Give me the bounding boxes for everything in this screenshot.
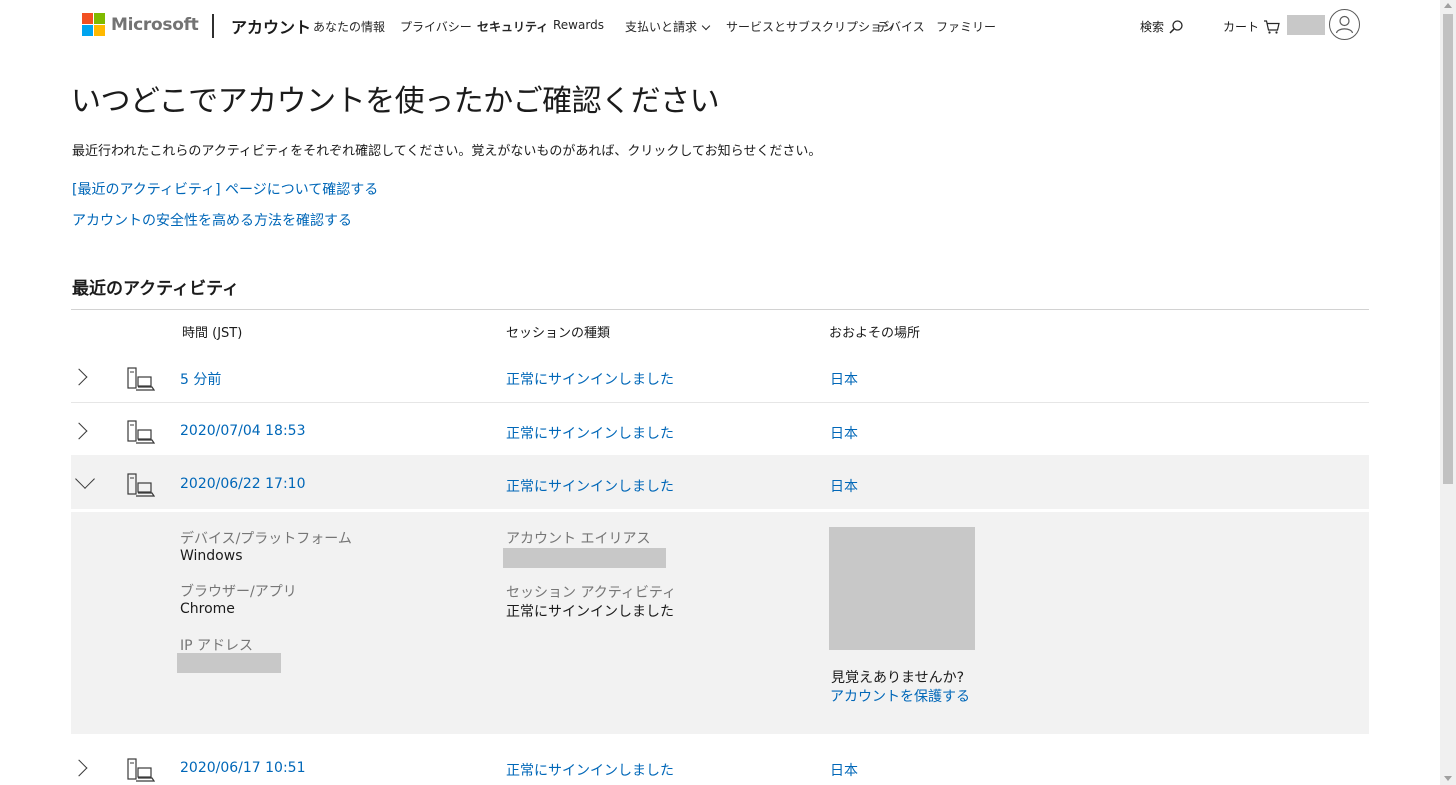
activity-location-link[interactable]: 日本 (830, 476, 858, 496)
user-name-redacted[interactable] (1287, 15, 1325, 35)
recent-activity-info-link[interactable]: [最近のアクティビティ] ページについて確認する (72, 179, 378, 199)
activity-row-expanded[interactable]: 2020/06/22 17:10 正常にサインインしました 日本 (71, 455, 1369, 509)
activity-session-link[interactable]: 正常にサインインしました (506, 476, 674, 496)
nav-family[interactable]: ファミリー (936, 18, 996, 35)
computer-icon (127, 758, 155, 782)
page-description: 最近行われたこれらのアクティビティをそれぞれ確認してください。覚えがないものがあ… (72, 144, 822, 159)
unfamiliar-prompt: 見覚えありませんか? (831, 670, 965, 686)
protect-account-link[interactable]: アカウントを保護する (830, 686, 970, 706)
activity-location-link[interactable]: 日本 (830, 369, 858, 389)
cart-button[interactable]: カート (1223, 18, 1281, 35)
activity-session-link[interactable]: 正常にサインインしました (506, 760, 674, 780)
nav-your-info[interactable]: あなたの情報 (313, 18, 385, 35)
search-label: 検索 (1140, 20, 1165, 34)
nav-services-subscriptions[interactable]: サービスとサブスクリプション (726, 18, 894, 35)
column-header-session-type: セッションの種類 (506, 326, 611, 341)
session-activity-value: 正常にサインインしました (506, 604, 674, 620)
scrollbar-thumb[interactable] (1443, 14, 1453, 484)
chevron-down-icon[interactable] (75, 469, 95, 489)
nav-payment-billing-label: 支払いと請求 (625, 20, 698, 34)
section-title: 最近のアクティビティ (72, 279, 240, 299)
user-avatar-icon[interactable] (1329, 9, 1360, 40)
chevron-down-icon (701, 21, 711, 31)
activity-location-link[interactable]: 日本 (830, 760, 858, 780)
account-alias-redacted (503, 548, 666, 568)
activity-time-link[interactable]: 2020/06/22 17:10 (180, 476, 306, 492)
microsoft-logo-icon (82, 13, 105, 36)
browser-app-value: Chrome (180, 601, 235, 617)
activity-time-link[interactable]: 5 分前 (180, 369, 221, 389)
computer-icon (127, 473, 155, 497)
computer-icon (127, 367, 155, 391)
page-title: いつどこでアカウントを使ったかご確認ください (71, 84, 720, 119)
nav-rewards[interactable]: Rewards (553, 18, 604, 32)
nav-security[interactable]: セキュリティ (477, 18, 548, 35)
account-security-tips-link[interactable]: アカウントの安全性を高める方法を確認する (72, 210, 352, 230)
chevron-right-icon[interactable] (70, 368, 88, 386)
column-header-location: おおよその場所 (829, 326, 921, 341)
nav-devices[interactable]: デバイス (877, 18, 925, 35)
activity-detail-panel: デバイス/プラットフォーム Windows ブラウザー/アプリ Chrome I… (71, 512, 1369, 734)
microsoft-logo[interactable]: Microsoft (82, 13, 199, 36)
chevron-right-icon[interactable] (70, 422, 88, 440)
activity-time-link[interactable]: 2020/07/04 18:53 (180, 423, 306, 439)
activity-time-link[interactable]: 2020/06/17 10:51 (180, 760, 306, 776)
ip-address-label: IP アドレス (180, 638, 254, 654)
search-button[interactable]: 検索 (1140, 18, 1184, 35)
vertical-scrollbar[interactable] (1440, 0, 1456, 785)
device-platform-label: デバイス/プラットフォーム (180, 531, 352, 547)
column-header-time: 時間 (JST) (182, 326, 243, 341)
site-header: Microsoft アカウント あなたの情報 プライバシー セキュリティ Rew… (0, 0, 1440, 52)
activity-location-link[interactable]: 日本 (830, 423, 858, 443)
session-activity-label: セッション アクティビティ (506, 585, 677, 601)
device-platform-value: Windows (180, 548, 243, 564)
activity-row[interactable]: 2020/07/04 18:53 正常にサインインしました 日本 (70, 403, 1369, 453)
browser-app-label: ブラウザー/アプリ (180, 584, 297, 600)
logo-text: Microsoft (111, 14, 199, 35)
header-divider (212, 14, 214, 38)
activity-row[interactable]: 2020/06/17 10:51 正常にサインインしました 日本 (70, 745, 1369, 785)
activity-session-link[interactable]: 正常にサインインしました (506, 369, 674, 389)
location-map-redacted (829, 527, 975, 650)
cart-icon (1264, 19, 1280, 34)
activity-row[interactable]: 5 分前 正常にサインインしました 日本 (70, 352, 1369, 402)
search-icon (1169, 19, 1183, 34)
table-divider (71, 309, 1369, 310)
chevron-right-icon[interactable] (70, 759, 88, 777)
account-alias-label: アカウント エイリアス (506, 531, 651, 547)
nav-privacy[interactable]: プライバシー (400, 18, 472, 35)
cart-label: カート (1223, 20, 1260, 34)
scroll-up-arrow-icon[interactable] (1444, 3, 1452, 8)
account-home-link[interactable]: アカウント (231, 14, 311, 38)
nav-payment-billing[interactable]: 支払いと請求 (625, 18, 711, 35)
scroll-down-arrow-icon[interactable] (1444, 776, 1452, 781)
computer-icon (127, 420, 155, 444)
activity-session-link[interactable]: 正常にサインインしました (506, 423, 674, 443)
ip-address-redacted (177, 653, 281, 673)
